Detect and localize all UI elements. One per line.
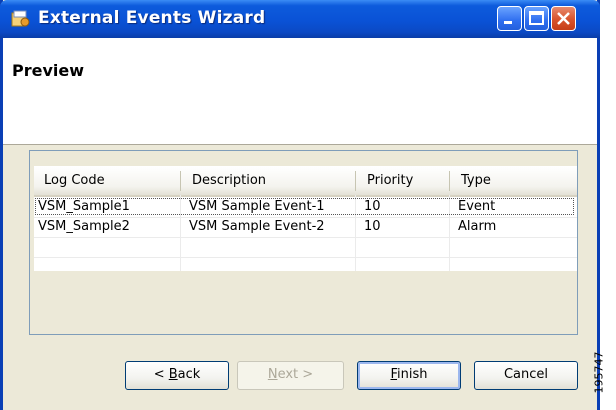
cell-priority: 10: [364, 219, 381, 234]
table-header: Log Code Description Priority Type: [34, 167, 577, 197]
table-row[interactable]: VSM_Sample1 VSM Sample Event-1 10 Event: [34, 197, 577, 218]
cell-log-code: VSM_Sample1: [38, 199, 130, 214]
next-label-mnemonic: N: [267, 367, 278, 382]
column-header-priority[interactable]: Priority: [367, 173, 413, 188]
window-title: External Events Wizard: [38, 8, 266, 28]
column-divider[interactable]: [449, 171, 450, 191]
cell-description: VSM Sample Event-2: [189, 219, 325, 234]
title-bar[interactable]: External Events Wizard: [0, 0, 600, 38]
table-row[interactable]: VSM_Sample2 VSM Sample Event-2 10 Alarm: [34, 217, 577, 238]
next-label-rest: ext >: [277, 367, 314, 382]
app-icon: [11, 10, 30, 27]
back-label-prefix: <: [153, 367, 169, 382]
back-label-rest: ack: [177, 367, 201, 382]
wizard-header: Preview: [3, 38, 597, 145]
close-button[interactable]: [551, 6, 576, 31]
figure-code: 195747: [593, 342, 616, 410]
cell-priority: 10: [364, 199, 381, 214]
minimize-button[interactable]: [497, 6, 522, 31]
table-row-empty[interactable]: [34, 237, 577, 258]
finish-label-rest: inish: [397, 367, 428, 382]
cancel-button[interactable]: Cancel: [474, 361, 578, 390]
cell-description: VSM Sample Event-1: [189, 199, 325, 214]
figure-code-text: 195747: [592, 351, 606, 394]
page-title: Preview: [12, 61, 85, 80]
column-header-log-code[interactable]: Log Code: [44, 173, 105, 188]
finish-button[interactable]: Finish: [357, 361, 461, 390]
cell-type: Event: [458, 199, 496, 214]
cancel-label: Cancel: [503, 367, 549, 382]
maximize-icon: [529, 11, 544, 25]
back-label-mnemonic: B: [168, 367, 178, 382]
events-table[interactable]: Log Code Description Priority Type VSM_S…: [34, 166, 577, 271]
cell-type: Alarm: [458, 219, 497, 234]
back-button[interactable]: < Back: [125, 361, 229, 390]
table-row-empty[interactable]: [34, 257, 577, 271]
minimize-icon: [504, 21, 512, 24]
cell-log-code: VSM_Sample2: [38, 219, 130, 234]
column-header-description[interactable]: Description: [192, 173, 266, 188]
column-header-type[interactable]: Type: [461, 173, 491, 188]
close-icon: [557, 12, 570, 25]
maximize-button[interactable]: [524, 6, 549, 31]
column-divider[interactable]: [355, 171, 356, 191]
next-button[interactable]: Next >: [237, 361, 344, 390]
column-divider[interactable]: [180, 171, 181, 191]
